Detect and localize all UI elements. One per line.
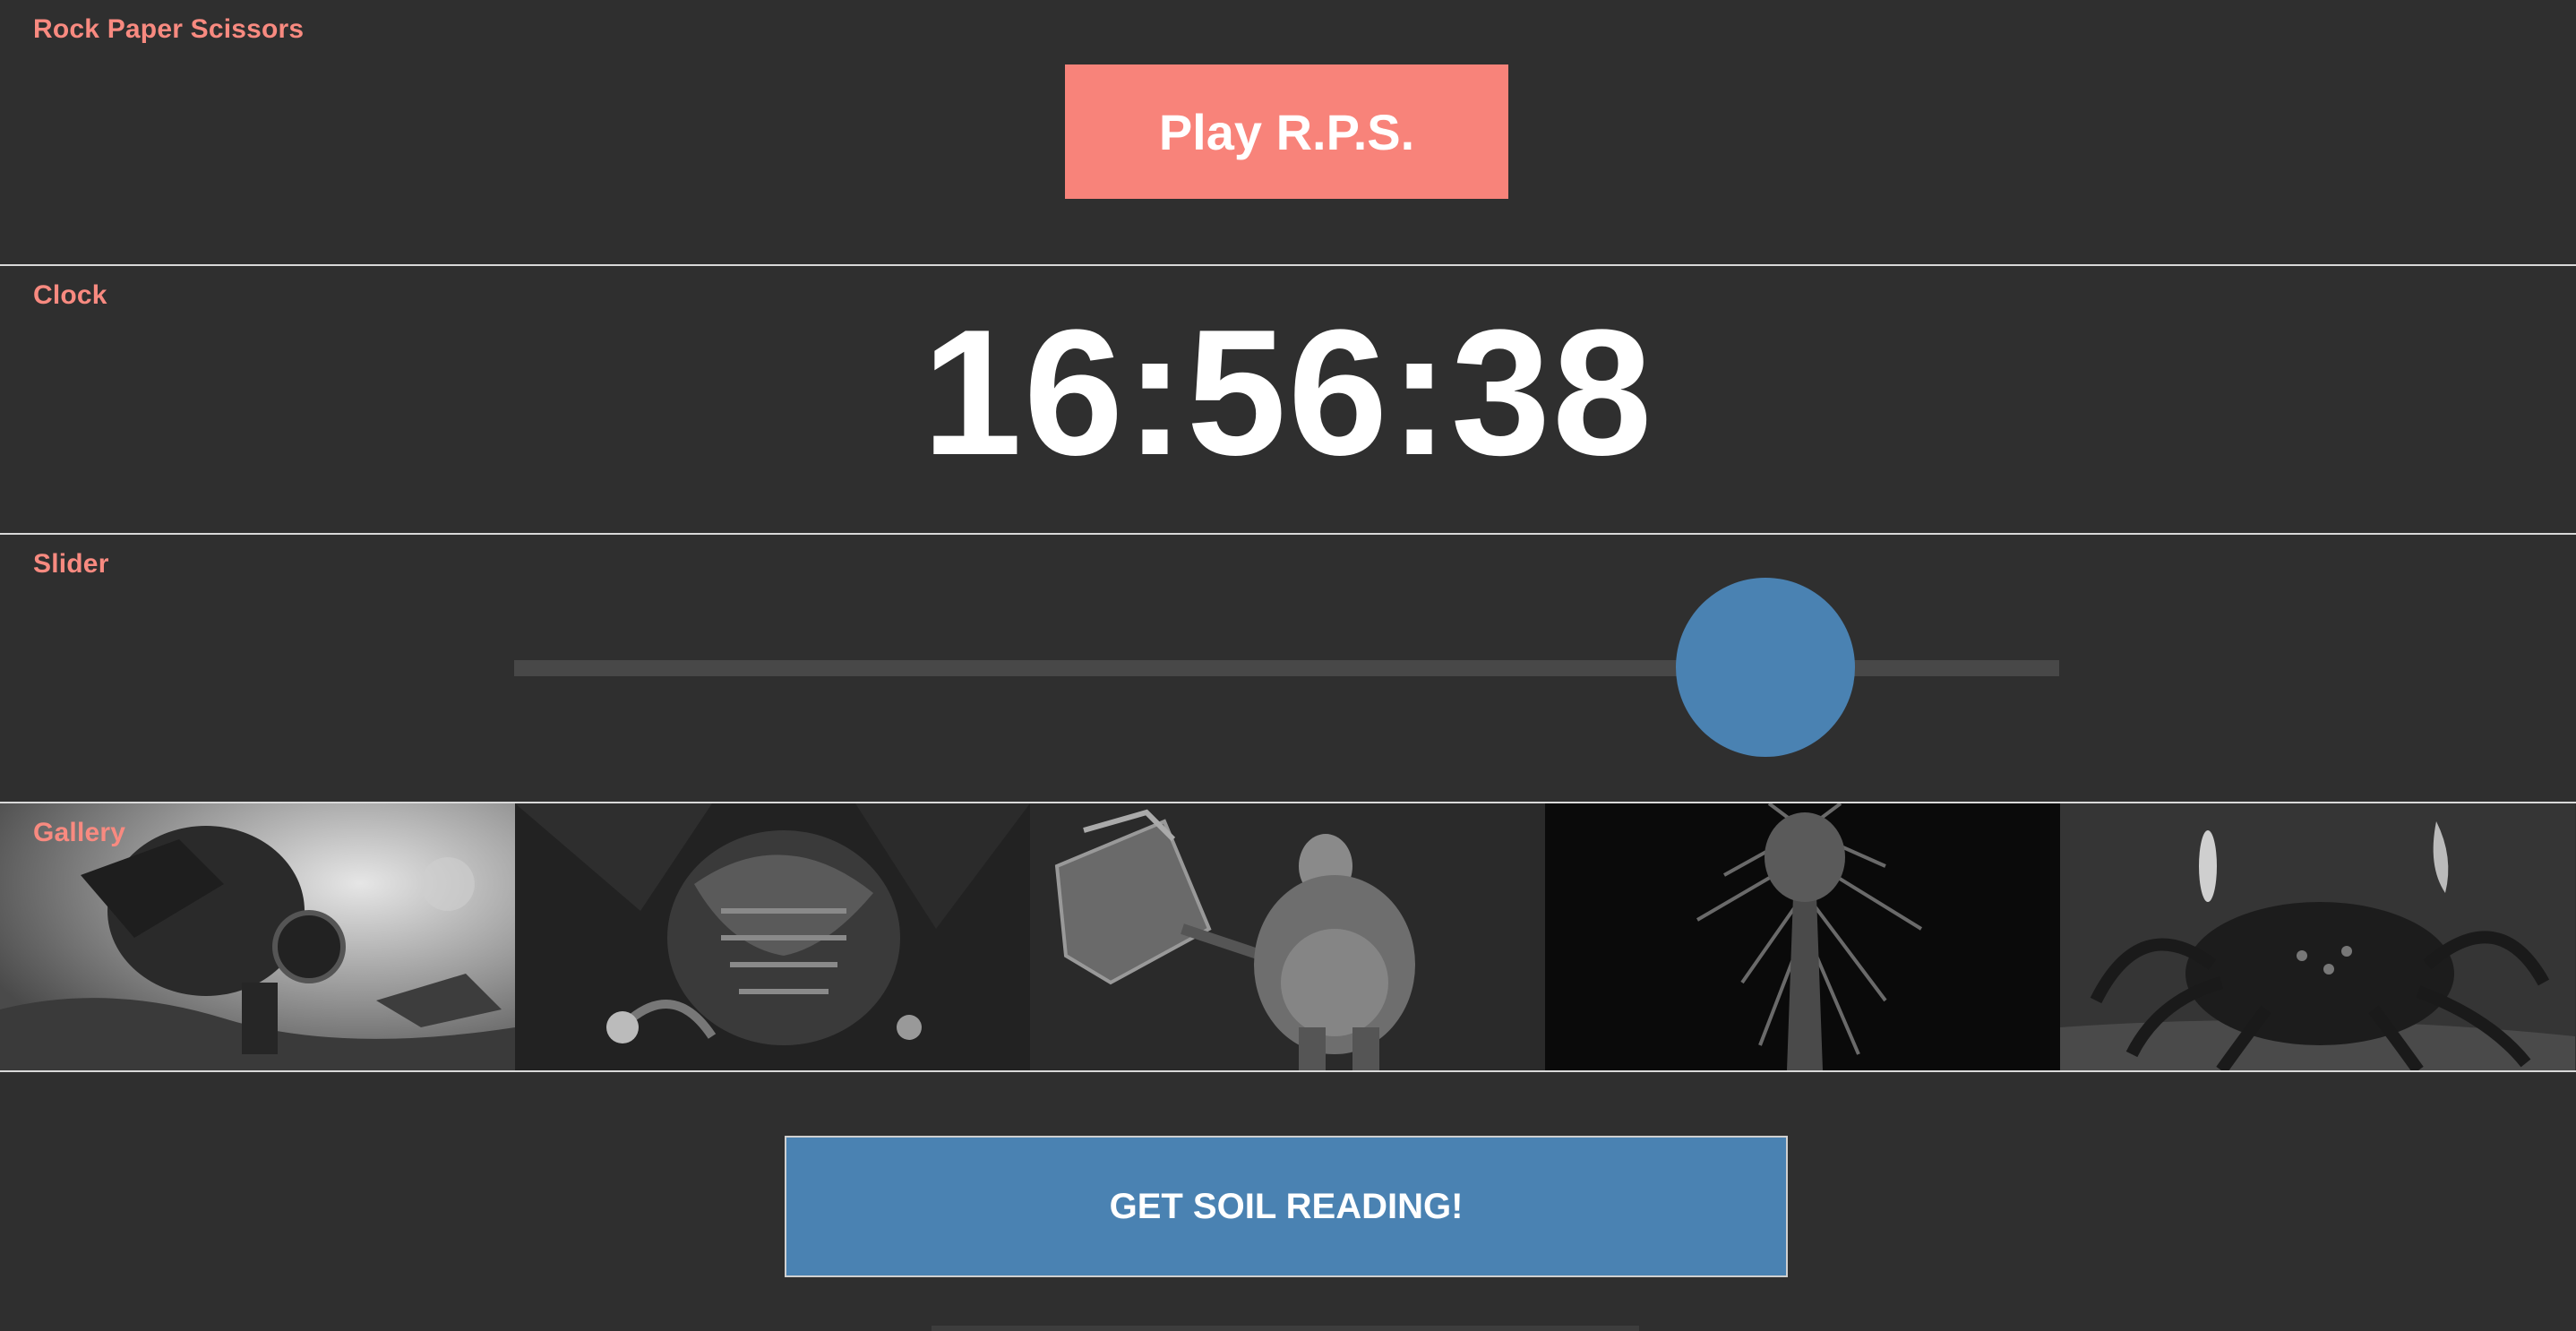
slider-thumb[interactable]	[1676, 578, 1856, 757]
hammer-warrior-image[interactable]	[1030, 803, 1545, 1070]
soil-section: GET SOIL READING!	[0, 1072, 2576, 1331]
get-soil-reading-button[interactable]: GET SOIL READING!	[785, 1136, 1788, 1277]
dark-tree-creature-image[interactable]	[1545, 803, 2060, 1070]
slider-section: Slider	[0, 535, 2576, 802]
dragon-image[interactable]	[515, 803, 1030, 1070]
rps-section-label: Rock Paper Scissors	[33, 14, 305, 44]
play-rps-button[interactable]: Play R.P.S.	[1065, 64, 1508, 199]
rps-section: Rock Paper Scissors Play R.P.S.	[0, 0, 2576, 264]
gallery-section: Gallery	[0, 803, 2576, 1070]
gallery-row	[0, 803, 2576, 1070]
clock-section-label: Clock	[33, 280, 107, 310]
gallery-section-label: Gallery	[33, 818, 126, 847]
clock-section: Clock 16:56:38	[0, 266, 2576, 533]
bottom-edge-bar	[932, 1326, 1639, 1331]
slider-section-label: Slider	[33, 549, 109, 579]
clock-time: 16:56:38	[922, 293, 1654, 493]
slider-track[interactable]	[514, 578, 2059, 757]
spider-demon-image[interactable]	[2060, 803, 2575, 1070]
